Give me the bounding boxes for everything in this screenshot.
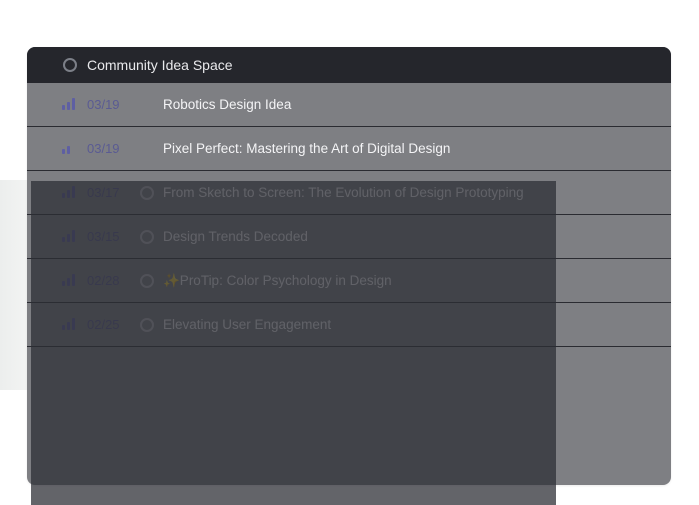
item-date: 03/17 xyxy=(87,185,120,200)
status-circle-icon[interactable] xyxy=(140,318,154,332)
priority-bar-chart-icon xyxy=(62,318,76,330)
item-date: 03/15 xyxy=(87,229,120,244)
list-header[interactable]: Community Idea Space xyxy=(27,47,671,83)
list-item[interactable]: 03/17 From Sketch to Screen: The Evoluti… xyxy=(27,171,671,215)
list-item[interactable]: 03/19 Robotics Design Idea xyxy=(27,83,671,127)
item-date: 03/19 xyxy=(87,141,120,156)
item-title: Pixel Perfect: Mastering the Art of Digi… xyxy=(163,141,451,156)
status-circle-icon xyxy=(63,58,77,72)
idea-list-panel: Community Idea Space 03/19 Robotics Desi… xyxy=(27,47,671,485)
item-title: From Sketch to Screen: The Evolution of … xyxy=(163,185,524,200)
item-title: Elevating User Engagement xyxy=(163,317,332,332)
list-item[interactable]: 02/25 Elevating User Engagement xyxy=(27,303,671,347)
item-title: Robotics Design Idea xyxy=(163,97,292,112)
priority-bar-chart-icon xyxy=(62,230,76,242)
list-item[interactable]: 03/15 Design Trends Decoded xyxy=(27,215,671,259)
item-date: 02/28 xyxy=(87,273,120,288)
list-item[interactable]: 02/28 ✨ProTip: Color Psychology in Desig… xyxy=(27,259,671,303)
list-header-title: Community Idea Space xyxy=(87,57,233,73)
priority-bar-chart-icon xyxy=(62,98,76,110)
priority-bar-chart-icon xyxy=(62,274,76,286)
status-circle-icon[interactable] xyxy=(140,186,154,200)
stage: Community Idea Space 03/19 Robotics Desi… xyxy=(0,0,699,505)
item-date: 02/25 xyxy=(87,317,120,332)
item-title: Design Trends Decoded xyxy=(163,229,308,244)
list-item[interactable]: 03/19 Pixel Perfect: Mastering the Art o… xyxy=(27,127,671,171)
status-circle-icon[interactable] xyxy=(140,230,154,244)
priority-bar-chart-icon xyxy=(62,186,76,198)
item-title: ✨ProTip: Color Psychology in Design xyxy=(163,273,392,288)
priority-bar-chart-icon xyxy=(62,142,76,154)
item-date: 03/19 xyxy=(87,97,120,112)
status-circle-icon[interactable] xyxy=(140,274,154,288)
